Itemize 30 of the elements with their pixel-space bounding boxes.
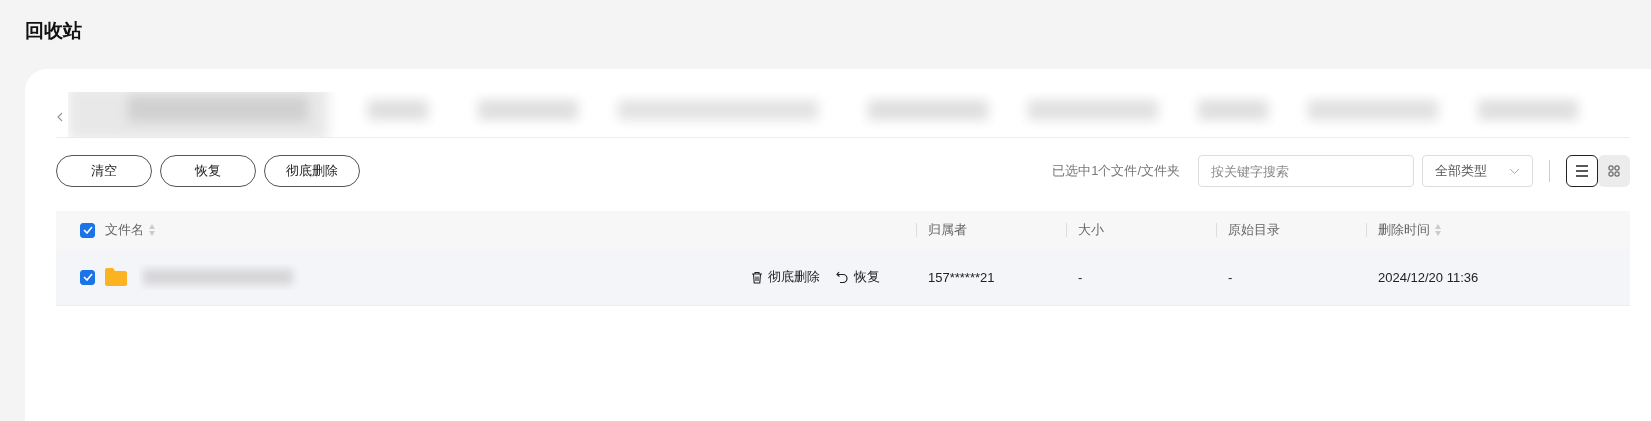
sort-icon[interactable] — [1434, 223, 1442, 237]
folder-icon — [105, 268, 127, 286]
toolbar-button[interactable]: 恢复 — [160, 155, 256, 187]
menu-icon — [1575, 165, 1589, 177]
column-header[interactable]: 删除时间 — [1378, 221, 1442, 239]
column-header: 大小 — [1078, 221, 1104, 239]
table-cell: - — [1228, 269, 1233, 285]
delete-action[interactable]: 彻底删除 — [751, 268, 820, 286]
page-title: 回收站 — [25, 18, 83, 43]
chevron-down-icon — [1509, 167, 1520, 175]
select-all-checkbox[interactable] — [80, 222, 95, 238]
chevron-left-icon[interactable] — [56, 112, 64, 122]
trash-icon — [751, 270, 763, 284]
undo-icon — [836, 271, 849, 283]
type-filter-dropdown[interactable]: 全部类型 — [1422, 155, 1533, 187]
toolbar-button[interactable]: 清空 — [56, 155, 152, 187]
column-header: 原始目录 — [1228, 221, 1280, 239]
table-cell: - — [1078, 269, 1083, 285]
restore-action[interactable]: 恢复 — [836, 268, 880, 286]
table-cell: 2024/12/20 11:36 — [1378, 269, 1479, 285]
list-view-button[interactable] — [1566, 155, 1598, 187]
toolbar-button[interactable]: 彻底删除 — [264, 155, 360, 187]
grid-icon — [1608, 165, 1620, 177]
selection-info: 已选中1个文件/文件夹 — [1052, 162, 1180, 180]
sort-icon[interactable] — [148, 223, 156, 237]
row-checkbox[interactable] — [80, 269, 95, 285]
table-cell: 157******21 — [928, 269, 995, 285]
column-header[interactable]: 文件名 — [105, 221, 156, 239]
search-field[interactable]: 按关键字搜索 — [1198, 155, 1414, 187]
column-header: 归属者 — [928, 221, 967, 239]
